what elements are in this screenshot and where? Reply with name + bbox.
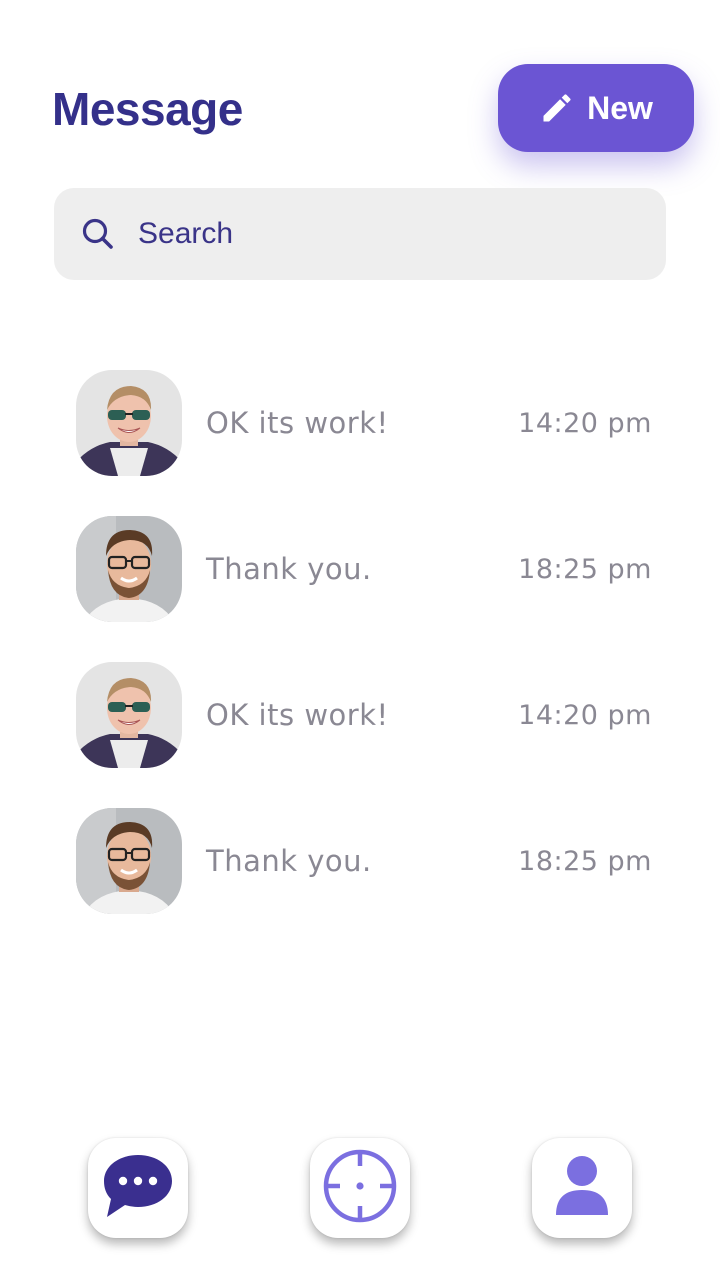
list-item[interactable]: OK its work! 14:20 pm	[76, 370, 652, 476]
list-item[interactable]: OK its work! 14:20 pm	[76, 662, 652, 768]
message-preview: Thank you.	[206, 552, 372, 586]
pencil-icon	[539, 90, 575, 126]
new-button-label: New	[587, 89, 653, 126]
message-preview: OK its work!	[206, 698, 389, 732]
nav-explore-button[interactable]	[310, 1138, 410, 1238]
search-bar[interactable]	[54, 188, 666, 280]
user-icon	[552, 1153, 612, 1224]
crosshair-icon	[321, 1147, 399, 1230]
search-input[interactable]	[136, 216, 620, 252]
page-title: Message	[52, 83, 243, 135]
nav-profile-button[interactable]	[532, 1138, 632, 1238]
message-preview: Thank you.	[206, 844, 372, 878]
new-message-button[interactable]: New	[498, 64, 694, 152]
list-item[interactable]: Thank you. 18:25 pm	[76, 516, 652, 622]
avatar	[76, 370, 182, 476]
avatar	[76, 662, 182, 768]
message-time: 14:20 pm	[518, 699, 652, 731]
nav-messages-button[interactable]	[88, 1138, 188, 1238]
avatar	[76, 808, 182, 914]
message-time: 18:25 pm	[518, 553, 652, 585]
list-item[interactable]: Thank you. 18:25 pm	[76, 808, 652, 914]
avatar	[76, 516, 182, 622]
conversation-list: OK its work! 14:20 pm Thank you. 18:25 p…	[76, 370, 652, 954]
message-preview: OK its work!	[206, 406, 389, 440]
message-time: 14:20 pm	[518, 407, 652, 439]
search-icon	[80, 216, 116, 252]
message-time: 18:25 pm	[518, 845, 652, 877]
chat-bubble-icon	[99, 1151, 177, 1226]
